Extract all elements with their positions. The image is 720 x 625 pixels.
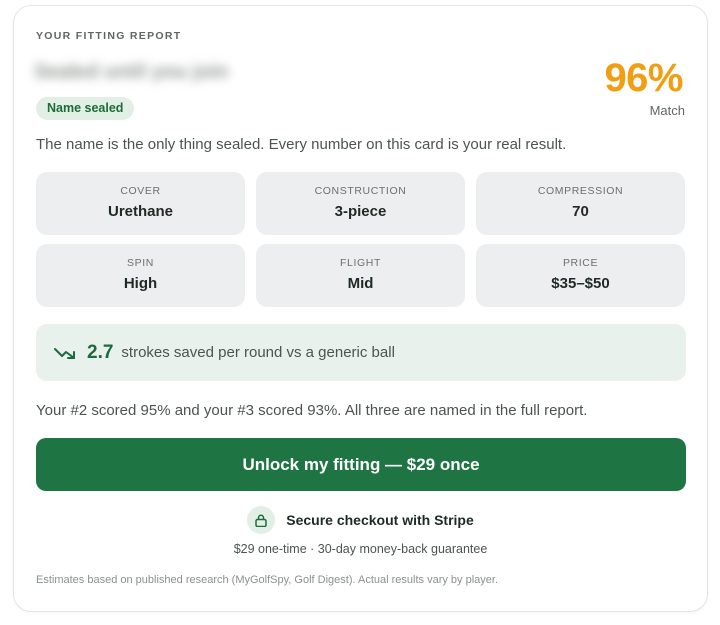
fitting-report-card: YOUR FITTING REPORT Sealed until you joi… bbox=[13, 5, 708, 612]
secure-checkout-text: Secure checkout with Stripe bbox=[286, 512, 474, 528]
ranking-text: Your #2 scored 95% and your #3 scored 93… bbox=[36, 402, 588, 419]
stat-label: FLIGHT bbox=[340, 257, 381, 269]
guarantee-text: $29 one-time · 30-day money-back guarant… bbox=[233, 542, 488, 556]
stat-label: COMPRESSION bbox=[537, 185, 624, 197]
lock-icon bbox=[247, 506, 276, 534]
intro-text: The name is the only thing sealed. Every… bbox=[36, 136, 567, 153]
secure-checkout: Secure checkout with Stripe bbox=[14, 506, 707, 534]
unlock-fitting-button[interactable]: Unlock my fitting — $29 once bbox=[36, 438, 686, 491]
stat-label: CONSTRUCTION bbox=[314, 185, 407, 197]
stat-tile-compression: COMPRESSION 70 bbox=[476, 172, 685, 235]
stat-tile-cover: COVER Urethane bbox=[36, 172, 245, 235]
sealed-ball-name: Sealed until you join bbox=[34, 61, 229, 83]
stat-tile-spin: SPIN High bbox=[36, 244, 245, 307]
trending-down-icon bbox=[54, 346, 76, 360]
strokes-saved-value: 2.7 bbox=[87, 341, 114, 363]
strokes-saved-text: strokes saved per round vs a generic bal… bbox=[121, 344, 395, 361]
stat-tile-flight: FLIGHT Mid bbox=[256, 244, 465, 307]
stat-value: High bbox=[123, 275, 158, 292]
stat-label: COVER bbox=[120, 185, 161, 197]
stat-value: $35–$50 bbox=[551, 275, 610, 292]
stat-value: Mid bbox=[347, 275, 374, 292]
stats-grid: COVER Urethane CONSTRUCTION 3-piece COMP… bbox=[36, 172, 686, 307]
match-label: Match bbox=[649, 103, 685, 118]
name-sealed-badge: Name sealed bbox=[36, 97, 135, 120]
strokes-saved-panel: 2.7 strokes saved per round vs a generic… bbox=[36, 324, 686, 381]
stat-value: Urethane bbox=[107, 203, 174, 220]
stat-label: SPIN bbox=[127, 257, 154, 269]
match-percentage: 96% bbox=[604, 56, 683, 100]
stat-value: 3-piece bbox=[334, 203, 387, 220]
disclaimer-text: Estimates based on published research (M… bbox=[36, 574, 498, 586]
stat-label: PRICE bbox=[562, 257, 599, 269]
report-eyebrow: YOUR FITTING REPORT bbox=[36, 30, 182, 42]
stat-value: 70 bbox=[572, 203, 589, 220]
stat-tile-construction: CONSTRUCTION 3-piece bbox=[256, 172, 465, 235]
stat-tile-price: PRICE $35–$50 bbox=[476, 244, 685, 307]
